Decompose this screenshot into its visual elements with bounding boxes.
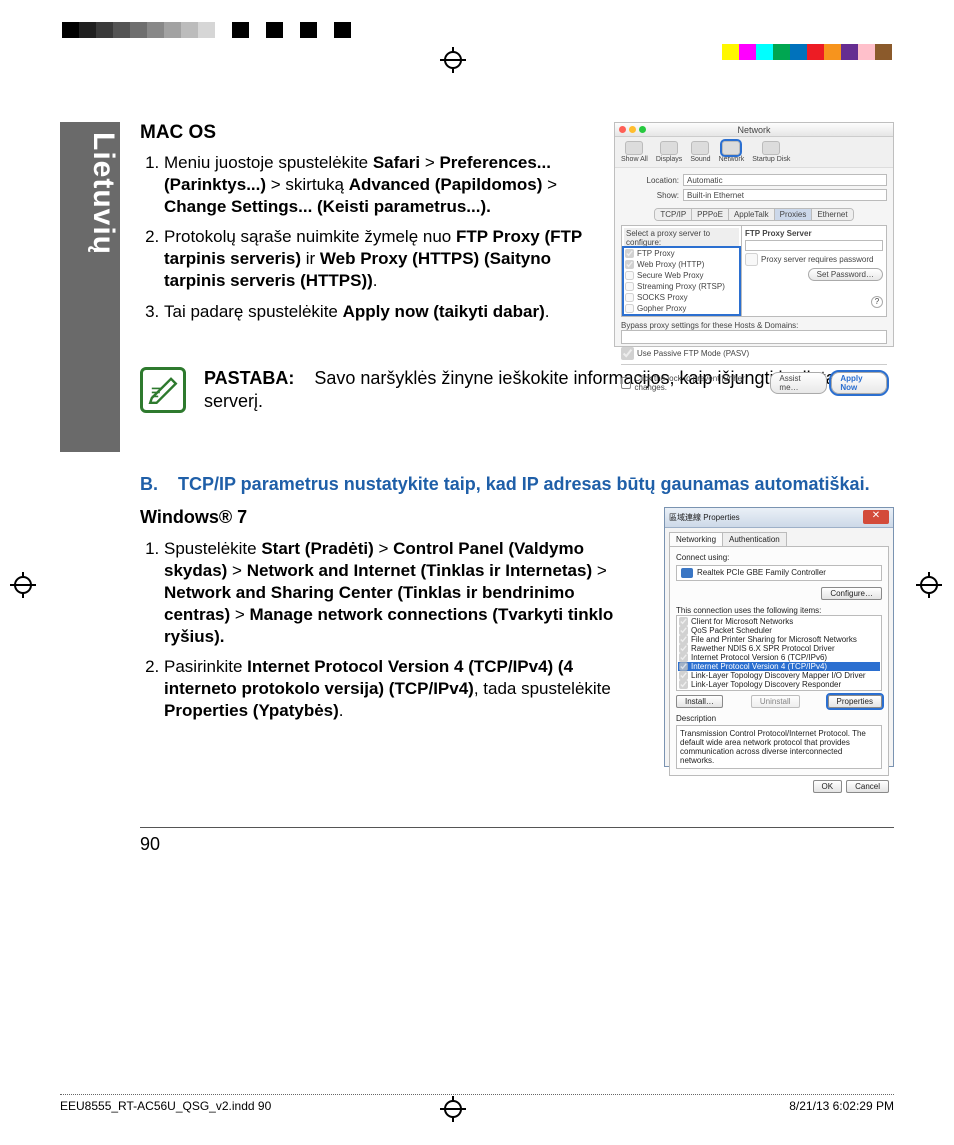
component-row[interactable]: Internet Protocol Version 6 (TCP/IPv6) — [678, 653, 880, 662]
list-item: Meniu juostoje spustelėkite Safari > Pre… — [164, 152, 600, 218]
help-icon[interactable]: ? — [871, 296, 883, 308]
section-b-text: TCP/IP parametrus nustatykite taip, kad … — [178, 474, 894, 495]
toolbar-item[interactable]: Displays — [656, 141, 682, 163]
ftp-proxy-server-title: FTP Proxy Server — [745, 229, 883, 238]
show-select[interactable]: Built-in Ethernet — [683, 189, 887, 201]
list-item: Pasirinkite Internet Protocol Version 4 … — [164, 656, 640, 722]
protocol-row[interactable]: SOCKS Proxy — [624, 292, 739, 303]
tab-item[interactable]: PPPoE — [692, 209, 729, 220]
protocol-row[interactable]: FTP Proxy — [624, 248, 739, 259]
component-row[interactable]: Internet Protocol Version 4 (TCP/IPv4) — [678, 662, 880, 671]
assist-me-button[interactable]: Assist me… — [770, 372, 827, 394]
cancel-button[interactable]: Cancel — [846, 780, 889, 793]
set-password-button[interactable]: Set Password… — [808, 268, 883, 281]
component-row[interactable]: QoS Packet Scheduler — [678, 626, 880, 635]
tab-item[interactable]: AppleTalk — [729, 209, 775, 220]
proto-list-header: Select a proxy server to configure: — [624, 228, 739, 248]
passive-ftp-checkbox[interactable] — [621, 347, 634, 360]
windows-properties-screenshot: 區域連線 Properties ✕ Networking Authenticat… — [664, 507, 894, 767]
adapter-name: Realtek PCIe GBE Family Controller — [697, 568, 826, 577]
list-item: Protokolų sąraše nuimkite žymelę nuo FTP… — [164, 226, 600, 292]
component-row[interactable]: Client for Microsoft Networks — [678, 617, 880, 626]
registration-mark-icon — [916, 572, 942, 598]
network-adapter-icon — [681, 568, 693, 578]
description-label: Description — [676, 714, 882, 723]
registration-mark-icon — [440, 47, 466, 73]
section-title-macos: MAC OS — [140, 122, 600, 144]
configure-button[interactable]: Configure… — [821, 587, 882, 600]
tab-authentication[interactable]: Authentication — [722, 532, 787, 546]
section-title-windows7: Windows® 7 — [140, 507, 640, 528]
passive-ftp-label: Use Passive FTP Mode (PASV) — [637, 349, 749, 358]
lock-label: Click the lock to prevent further change… — [635, 374, 771, 392]
proxy-password-label: Proxy server requires password — [761, 255, 873, 264]
color-bar-right — [722, 44, 892, 60]
protocol-row[interactable]: Secure Web Proxy — [624, 270, 739, 281]
print-footer: EEU8555_RT-AC56U_QSG_v2.indd 90 8/21/13 … — [60, 1094, 894, 1113]
note-icon — [140, 367, 186, 413]
page-rule — [140, 827, 894, 828]
install-button[interactable]: Install… — [676, 695, 723, 708]
apply-now-button[interactable]: Apply Now — [831, 372, 887, 394]
macos-steps-list: Meniu juostoje spustelėkite Safari > Pre… — [140, 152, 600, 323]
toolbar-item[interactable]: Show All — [621, 141, 648, 163]
macos-network-screenshot: Network Show All Displays Sound Network Star… — [614, 122, 894, 347]
toolbar-item[interactable]: Startup Disk — [752, 141, 790, 163]
note-label: PASTABA: — [204, 368, 294, 388]
page-number: 90 — [140, 834, 894, 855]
list-item: Tai padarę spustelėkite Apply now (taiky… — [164, 301, 600, 323]
tab-item[interactable]: TCP/IP — [655, 209, 692, 220]
show-label: Show: — [621, 191, 679, 200]
tab-item[interactable]: Proxies — [775, 209, 813, 220]
list-item: Spustelėkite Start (Pradėti) > Control P… — [164, 538, 640, 648]
protocol-row[interactable]: Streaming Proxy (RTSP) — [624, 281, 739, 292]
tab-item[interactable]: Ethernet — [812, 209, 852, 220]
component-row[interactable]: Rawether NDIS 6.X SPR Protocol Driver — [678, 644, 880, 653]
window-title: Network — [737, 125, 770, 135]
component-row[interactable]: Link-Layer Topology Discovery Mapper I/O… — [678, 671, 880, 680]
protocol-row[interactable]: Web Proxy (HTTP) — [624, 259, 739, 270]
registration-mark-icon — [10, 572, 36, 598]
close-icon[interactable]: ✕ — [863, 510, 889, 524]
proxy-tabs[interactable]: TCP/IPPPPoEAppleTalkProxiesEthernet — [654, 208, 853, 221]
proxy-password-checkbox[interactable] — [745, 253, 758, 266]
windows-steps-list: Spustelėkite Start (Pradėti) > Control P… — [140, 538, 640, 723]
window-title: 區域連線 Properties — [669, 512, 740, 523]
description-text: Transmission Control Protocol/Internet P… — [676, 725, 882, 769]
toolbar-item[interactable]: Sound — [690, 141, 710, 163]
uses-label: This connection uses the following items… — [676, 606, 882, 615]
protocol-row[interactable]: Gopher Proxy — [624, 303, 739, 314]
section-b-heading: B. TCP/IP parametrus nustatykite taip, k… — [140, 474, 894, 495]
bypass-label: Bypass proxy settings for these Hosts & … — [621, 321, 887, 330]
language-tab: Lietuvių — [60, 122, 120, 452]
uninstall-button[interactable]: Uninstall — [751, 695, 800, 708]
component-row[interactable]: File and Printer Sharing for Microsoft N… — [678, 635, 880, 644]
component-row[interactable]: Link-Layer Topology Discovery Responder — [678, 680, 880, 689]
location-label: Location: — [621, 176, 679, 185]
toolbar-item[interactable]: Network — [719, 141, 745, 163]
lock-icon[interactable] — [621, 377, 631, 389]
location-select[interactable]: Automatic — [683, 174, 887, 186]
connect-using-label: Connect using: — [676, 553, 882, 562]
footer-timestamp: 8/21/13 6:02:29 PM — [789, 1099, 894, 1113]
ok-button[interactable]: OK — [813, 780, 843, 793]
color-bar-left — [62, 22, 954, 38]
footer-file: EEU8555_RT-AC56U_QSG_v2.indd 90 — [60, 1099, 271, 1113]
tab-networking[interactable]: Networking — [669, 532, 723, 546]
properties-button[interactable]: Properties — [828, 695, 882, 708]
section-b-prefix: B. — [140, 474, 164, 495]
